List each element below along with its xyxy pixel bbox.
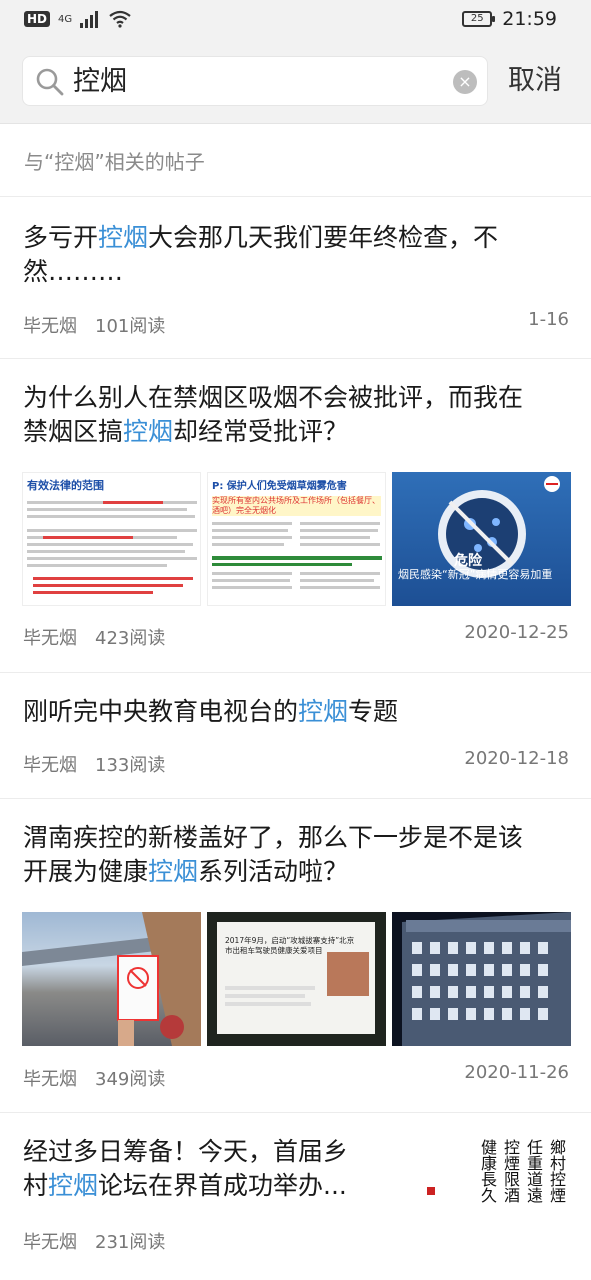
network-type: 4G [58,13,73,25]
image-slide-title: 2017年9月，启动“攻城拔寨支持”北京 市出租车驾驶员健康关爱项目 [225,936,355,955]
post-meta: 毕无烟 349阅读 [23,1065,165,1091]
building-photo [402,912,571,1046]
post-reads: 133阅读 [95,755,166,776]
post-title[interactable]: 渭南疾控的新楼盖好了，那么下一步是不是该开展为健康控烟系列活动啦？ [23,821,543,889]
post-reads: 231阅读 [95,1232,166,1253]
post-date: 2020-12-25 [464,622,569,643]
image-heading: P: 保护人们免受烟草烟雾危害 [212,481,347,492]
post-reads: 101阅读 [95,316,166,337]
search-input[interactable]: 控烟 × [22,56,488,106]
document-text-image [27,501,197,594]
post-date: 2020-11-26 [464,1062,569,1083]
wifi-icon [109,10,131,28]
post-meta: 毕无烟 231阅读 [23,1228,165,1254]
calligraphy-image: 鄉村控煙 任重道遠 控煙限酒 健康長久 [478,1139,566,1203]
signal-icon [80,11,99,28]
image-warning: 危险 [454,553,482,569]
section-title: 与“控烟”相关的帖子 [24,150,205,174]
post-reads: 423阅读 [95,628,166,649]
image-heading: 有效法律的范围 [27,479,104,492]
post-image[interactable]: 有效法律的范围 [22,472,201,606]
document-text-image [212,522,382,589]
seal-stamp [427,1187,435,1195]
post-meta: 毕无烟 133阅读 [23,751,165,777]
post-image[interactable] [392,912,571,1046]
post-image[interactable]: P: 保护人们免受烟草烟雾危害 实现所有室内公共场所及工作场所（包括餐厅、酒吧）… [207,472,386,606]
post-author: 毕无烟 [23,1069,77,1090]
image-subheading: 实现所有室内公共场所及工作场所（包括餐厅、酒吧）完全无烟化 [212,496,381,516]
post-title[interactable]: 多亏开控烟大会那几天我们要年终检查，不然……… [23,221,543,289]
post-title[interactable]: 刚听完中央教育电视台的控烟专题 [23,695,543,729]
search-query[interactable]: 控烟 [73,65,127,99]
post-images: 2017年9月，启动“攻城拔寨支持”北京 市出租车驾驶员健康关爱项目 [22,912,571,1046]
post-meta: 毕无烟 423阅读 [23,624,165,650]
post-item[interactable]: 刚听完中央教育电视台的控烟专题 毕无烟 133阅读 2020-12-18 [0,673,591,799]
post-author: 毕无烟 [23,316,77,337]
status-right: 25 21:59 [462,8,557,30]
post-image[interactable] [22,912,201,1046]
clock: 21:59 [502,8,557,30]
hd-icon: HD [24,11,51,27]
post-meta: 毕无烟 101阅读 [23,312,165,338]
battery-icon: 25 [462,11,496,27]
post-item[interactable]: 为什么别人在禁烟区吸烟不会被批评，而我在禁烟区搞控烟却经常受批评？ 有效法律的范… [0,359,591,673]
cancel-button[interactable]: 取消 [508,64,562,98]
clear-icon[interactable]: × [453,70,477,94]
street-photo [22,912,201,1046]
post-item[interactable]: 经过多日筹备！今天，首届乡村控烟论坛在界首成功举办... 鄉村控煙 任重道遠 控… [0,1113,591,1280]
virus-illustration [438,476,560,578]
post-item[interactable]: 渭南疾控的新楼盖好了，那么下一步是不是该开展为健康控烟系列活动啦？ 2017年9… [0,799,591,1113]
post-author: 毕无烟 [23,1232,77,1253]
post-reads: 349阅读 [95,1069,166,1090]
post-author: 毕无烟 [23,628,77,649]
post-image[interactable]: 2017年9月，启动“攻城拔寨支持”北京 市出租车驾驶员健康关爱项目 [207,912,386,1046]
post-image[interactable]: 鄉村控煙 任重道遠 控煙限酒 健康長久 [421,1135,569,1243]
post-item[interactable]: 多亏开控烟大会那几天我们要年终检查，不然……… 毕无烟 101阅读 1-16 [0,197,591,359]
post-date: 1-16 [528,309,569,330]
post-title[interactable]: 经过多日筹备！今天，首届乡村控烟论坛在界首成功举办... [23,1135,363,1203]
post-date: 2020-12-18 [464,748,569,769]
image-caption: 烟民感染“新冠”病情更容易加重 [398,568,553,581]
post-image[interactable]: 危险 烟民感染“新冠”病情更容易加重 [392,472,571,606]
screen-photo [217,922,375,1034]
search-icon [36,68,64,96]
status-left: HD 4G [24,10,132,28]
status-bar: HD 4G 25 21:59 [0,0,591,40]
post-title[interactable]: 为什么别人在禁烟区吸烟不会被批评，而我在禁烟区搞控烟却经常受批评？ [23,381,543,449]
post-author: 毕无烟 [23,755,77,776]
post-images: 有效法律的范围 P: 保护人们免受烟草烟雾危害 实现所有室内公共场所及工作场所（… [22,472,571,606]
search-bar: 控烟 × 取消 [0,40,591,124]
